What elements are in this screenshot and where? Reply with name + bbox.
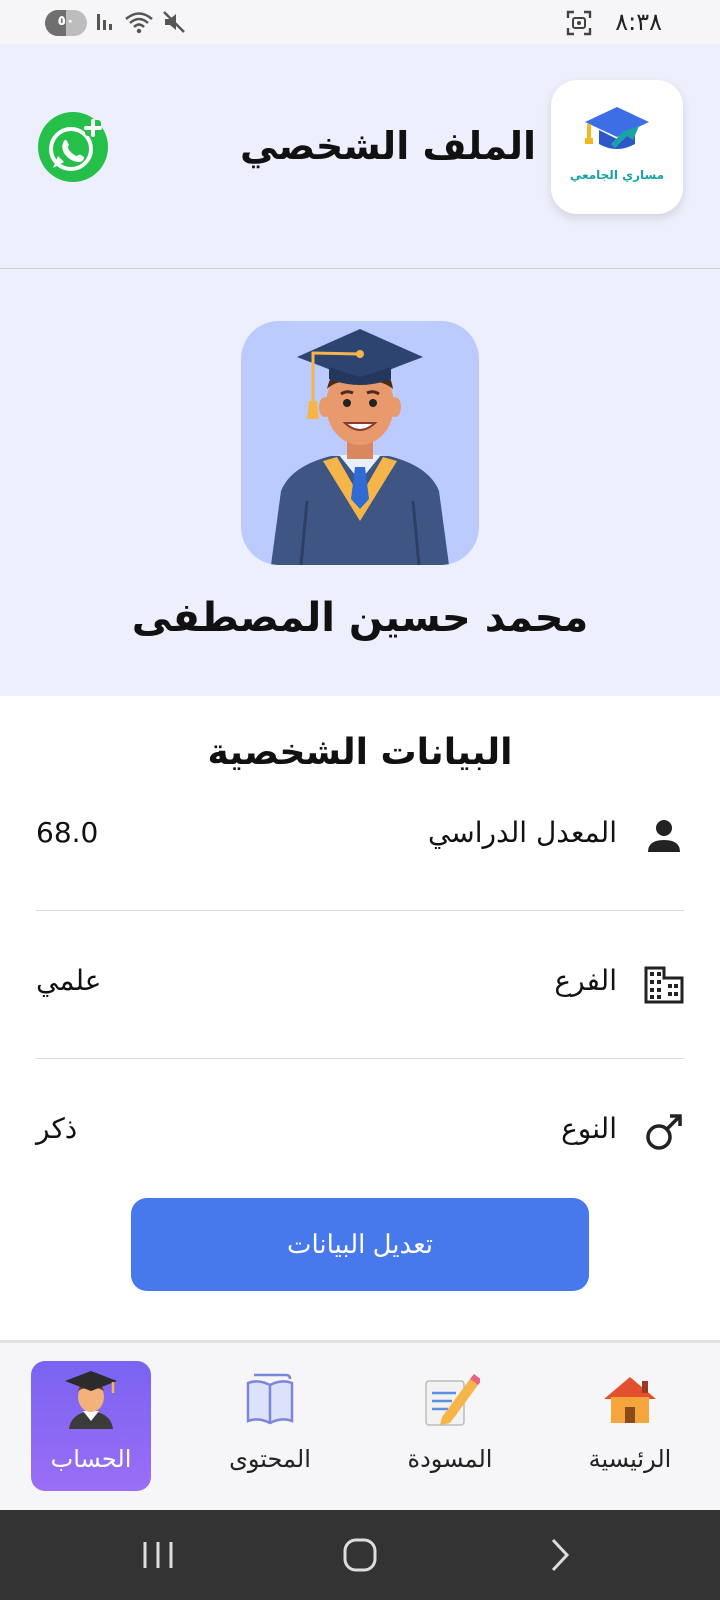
screenshot-icon bbox=[566, 10, 592, 36]
house-icon bbox=[604, 1377, 656, 1423]
app-logo-text: مساري الجامعي bbox=[569, 168, 665, 182]
home-icon[interactable] bbox=[335, 1532, 385, 1578]
nav-label: الرئيسية bbox=[588, 1445, 672, 1473]
user-name: محمد حسين المصطفى bbox=[131, 595, 589, 641]
building-icon bbox=[644, 966, 684, 1004]
graduation-cap-logo-icon bbox=[585, 107, 649, 149]
info-label: الفرع bbox=[554, 964, 617, 997]
nav-home[interactable]: الرئيسية bbox=[570, 1361, 690, 1491]
profile-section: محمد حسين المصطفى bbox=[0, 269, 720, 696]
info-value: 68.0 bbox=[36, 816, 99, 849]
memo-pencil-icon bbox=[425, 1374, 480, 1426]
info-row-gender: النوع ذكر bbox=[36, 1082, 684, 1182]
battery-indicator: ٥٠ bbox=[45, 10, 87, 36]
avatar bbox=[241, 321, 479, 565]
back-icon[interactable] bbox=[535, 1532, 585, 1578]
nav-content[interactable]: المحتوى bbox=[210, 1361, 330, 1491]
page-title: الملف الشخصي bbox=[239, 124, 536, 168]
info-row-branch: الفرع علمي bbox=[36, 934, 684, 1034]
info-label: المعدل الدراسي bbox=[427, 816, 617, 849]
book-icon bbox=[246, 1373, 294, 1425]
nav-account[interactable]: الحساب bbox=[31, 1361, 151, 1491]
divider bbox=[36, 910, 684, 911]
status-time: ٨:٣٨ bbox=[615, 8, 662, 36]
nav-draft[interactable]: المسودة bbox=[390, 1361, 510, 1491]
divider bbox=[36, 1058, 684, 1059]
recent-apps-icon[interactable] bbox=[133, 1532, 183, 1578]
nav-label: المسودة bbox=[407, 1445, 493, 1473]
graduate-avatar-icon bbox=[271, 329, 449, 565]
graduate-icon bbox=[65, 1371, 117, 1429]
bottom-navigation: الرئيسية المسودة المحتوى الحساب bbox=[0, 1340, 720, 1510]
info-value: علمي bbox=[36, 964, 102, 997]
info-value: ذكر bbox=[36, 1112, 78, 1145]
whatsapp-icon bbox=[38, 112, 108, 182]
whatsapp-button[interactable] bbox=[36, 110, 110, 184]
info-label: النوع bbox=[561, 1112, 617, 1145]
status-icons bbox=[96, 10, 186, 34]
nav-label: الحساب bbox=[50, 1445, 132, 1473]
signal-icon bbox=[97, 14, 112, 30]
nav-label: المحتوى bbox=[229, 1445, 311, 1473]
male-icon bbox=[646, 1114, 682, 1150]
wifi-icon bbox=[125, 12, 153, 34]
header: الملف الشخصي مساري الجامعي bbox=[0, 44, 720, 269]
status-bar: ٥٠ ٨:٣٨ bbox=[0, 0, 720, 44]
person-icon bbox=[648, 820, 680, 852]
edit-data-button[interactable]: تعديل البيانات bbox=[131, 1198, 589, 1291]
mute-icon bbox=[163, 11, 185, 33]
battery-level: ٥٠ bbox=[57, 13, 75, 29]
info-row-gpa: المعدل الدراسي 68.0 bbox=[36, 786, 684, 886]
section-title: البيانات الشخصية bbox=[207, 732, 513, 773]
system-navigation-bar bbox=[0, 1510, 720, 1600]
app-logo: مساري الجامعي bbox=[551, 80, 683, 214]
